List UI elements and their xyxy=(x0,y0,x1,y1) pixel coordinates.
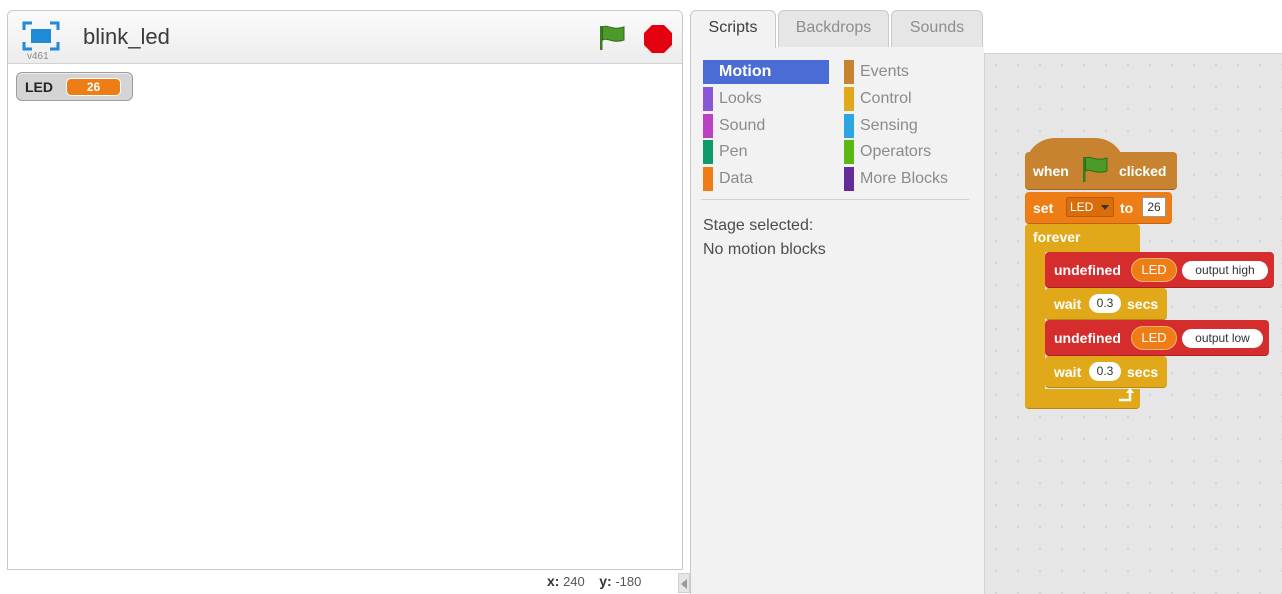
category-label: Looks xyxy=(719,90,762,107)
category-events[interactable]: Events xyxy=(844,60,970,84)
variable-dropdown[interactable]: LED xyxy=(1066,197,1114,217)
wait-block[interactable]: wait 0.3 secs xyxy=(1045,356,1167,388)
green-flag-icon[interactable] xyxy=(596,22,628,54)
pin-reporter[interactable]: LED xyxy=(1131,258,1177,282)
stage-canvas[interactable]: LED 26 xyxy=(8,65,682,569)
variable-monitor-label: LED xyxy=(25,79,53,95)
category-label: Pen xyxy=(719,143,748,160)
variable-monitor-value: 26 xyxy=(66,78,121,96)
category-label: More Blocks xyxy=(860,170,949,187)
category-label: Motion xyxy=(719,63,772,80)
category-sound[interactable]: Sound xyxy=(703,114,829,138)
x-label: x: xyxy=(547,573,560,589)
variable-dropdown-value: LED xyxy=(1070,200,1094,214)
y-value: -180 xyxy=(615,574,642,589)
category-looks[interactable]: Looks xyxy=(703,87,829,111)
palette-message: Stage selected: No motion blocks xyxy=(703,214,826,262)
category-operators[interactable]: Operators xyxy=(844,140,970,164)
forever-label: forever xyxy=(1033,229,1081,245)
tab-sounds[interactable]: Sounds xyxy=(891,10,983,47)
category-label: Control xyxy=(860,90,912,107)
category-label: Operators xyxy=(860,143,932,160)
block-palette: Motion Looks Sound Pen Data Events Contr… xyxy=(690,47,984,594)
wait-block[interactable]: wait 0.3 secs xyxy=(1045,288,1167,320)
secs-label: secs xyxy=(1127,296,1159,312)
output-state-input[interactable]: output high xyxy=(1182,261,1268,280)
wait-label: wait xyxy=(1054,296,1082,312)
category-control[interactable]: Control xyxy=(844,87,970,111)
dropdown-arrow-icon xyxy=(1101,205,1109,210)
category-data[interactable]: Data xyxy=(703,167,829,191)
category-pen[interactable]: Pen xyxy=(703,140,829,164)
category-sensing[interactable]: Sensing xyxy=(844,114,970,138)
set-label: set xyxy=(1033,200,1054,216)
set-variable-block[interactable]: set LED to 26 xyxy=(1025,192,1172,224)
version-label: v461 xyxy=(27,51,49,62)
palette-message-line2: No motion blocks xyxy=(703,241,826,258)
project-title: blink_led xyxy=(83,24,170,49)
pin-reporter[interactable]: LED xyxy=(1131,326,1177,350)
variable-monitor[interactable]: LED 26 xyxy=(16,72,133,101)
output-state-input[interactable]: output low xyxy=(1182,329,1263,348)
collapse-arrow-icon[interactable] xyxy=(678,573,690,593)
block-label: undefined xyxy=(1054,330,1121,346)
to-label: to xyxy=(1120,200,1134,216)
y-label: y: xyxy=(599,573,612,589)
set-value-input[interactable]: 26 xyxy=(1142,197,1166,217)
x-value: 240 xyxy=(563,574,585,589)
wait-seconds-input[interactable]: 0.3 xyxy=(1089,294,1121,313)
category-more-blocks[interactable]: More Blocks xyxy=(844,167,970,191)
stage-header: v461 blink_led xyxy=(8,11,682,64)
fullscreen-icon[interactable] xyxy=(22,21,60,51)
wait-seconds-input[interactable]: 0.3 xyxy=(1089,362,1121,381)
digital-output-high-block[interactable]: undefined LED output high xyxy=(1045,252,1274,288)
stop-icon[interactable] xyxy=(642,23,674,55)
category-label: Sound xyxy=(719,117,766,134)
loop-arrow-icon xyxy=(1119,388,1134,402)
stage-panel: v461 blink_led LED 26 xyxy=(7,10,683,570)
green-flag-icon xyxy=(1083,156,1108,182)
hat-clicked-label: clicked xyxy=(1119,163,1167,179)
digital-output-low-block[interactable]: undefined LED output low xyxy=(1045,320,1269,356)
secs-label: secs xyxy=(1127,364,1159,380)
wait-label: wait xyxy=(1054,364,1082,380)
mouse-coordinates: x: 240 y: -180 xyxy=(547,573,641,589)
tab-backdrops[interactable]: Backdrops xyxy=(778,10,889,47)
category-label: Events xyxy=(860,63,909,80)
when-flag-clicked-block[interactable]: when clicked xyxy=(1025,138,1177,190)
category-label: Data xyxy=(719,170,753,187)
palette-message-line1: Stage selected: xyxy=(703,217,814,234)
palette-divider xyxy=(701,199,969,200)
block-label: undefined xyxy=(1054,262,1121,278)
tab-scripts[interactable]: Scripts xyxy=(690,10,776,48)
hat-when-label: when xyxy=(1033,163,1069,179)
category-label: Sensing xyxy=(860,117,918,134)
category-motion[interactable]: Motion xyxy=(703,60,829,84)
